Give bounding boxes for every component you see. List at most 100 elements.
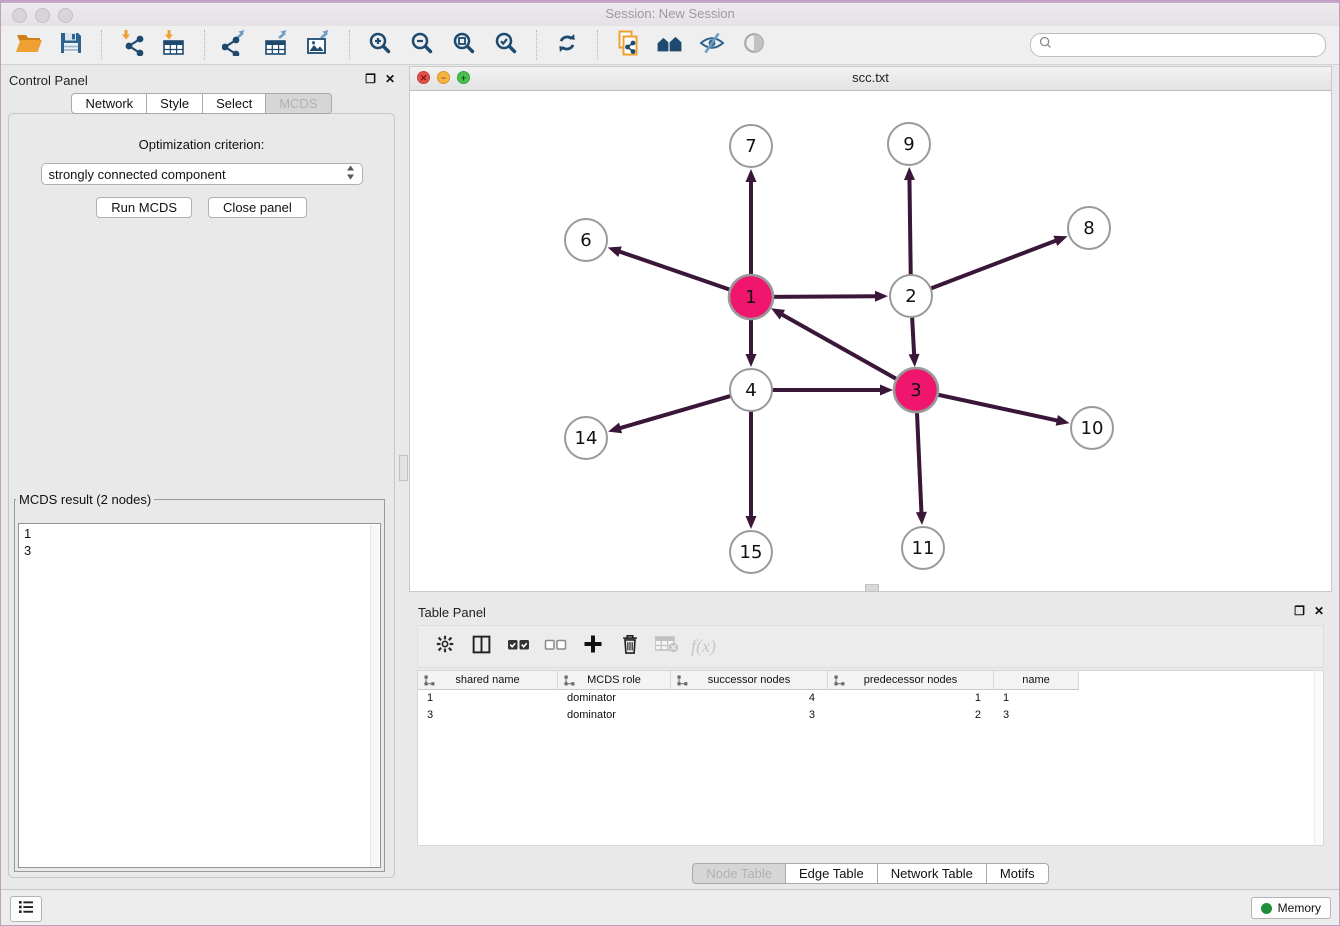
cell-name[interactable]: 3 [994, 707, 1079, 724]
graph-node-label-8: 8 [1083, 218, 1094, 239]
edge-arrow-3-11 [916, 512, 927, 525]
tab-mcds[interactable]: MCDS [266, 93, 331, 114]
window-controls[interactable] [12, 8, 73, 23]
network-minimize-button[interactable]: − [437, 71, 450, 84]
new-network-from-selection-button[interactable] [612, 29, 644, 61]
column-header-MCDS-role[interactable]: MCDS role [558, 671, 671, 690]
cell-successor-nodes[interactable]: 4 [671, 690, 828, 707]
node-table[interactable]: shared nameMCDS rolesuccessor nodesprede… [417, 670, 1324, 846]
cell-predecessor-nodes[interactable]: 2 [828, 707, 994, 724]
delete-columns-button[interactable] [611, 631, 648, 663]
zoom-in-button[interactable] [364, 29, 396, 61]
edge-3-1[interactable] [780, 313, 900, 380]
zoom-selected-button[interactable] [490, 29, 522, 61]
table-row[interactable]: 1dominator411 [418, 690, 1323, 707]
column-header-predecessor-nodes[interactable]: predecessor nodes [828, 671, 994, 690]
graph-node-label-3: 3 [910, 380, 921, 401]
show-graphics-details-button[interactable] [738, 29, 770, 61]
edge-arrow-1-2 [875, 291, 888, 302]
toolbar-separator [101, 30, 102, 60]
criterion-select[interactable]: strongly connected component [41, 163, 363, 185]
export-network-button[interactable] [219, 29, 251, 61]
open-file-button[interactable] [13, 29, 45, 61]
first-neighbors-button[interactable] [654, 29, 686, 61]
column-header-shared-name[interactable]: shared name [418, 671, 558, 690]
cell-shared-name[interactable]: 3 [418, 707, 558, 724]
cell-predecessor-nodes[interactable]: 1 [828, 690, 994, 707]
network-canvas[interactable]: 7968124314101511 [410, 90, 1331, 591]
edge-3-10[interactable] [935, 394, 1060, 421]
memory-status-icon [1261, 903, 1272, 914]
tab-edge-table[interactable]: Edge Table [786, 863, 878, 884]
cell-name[interactable]: 1 [994, 690, 1079, 707]
tab-select[interactable]: Select [203, 93, 266, 114]
table-settings-button[interactable] [426, 631, 463, 663]
hide-selected-button[interactable] [696, 29, 728, 61]
memory-button[interactable]: Memory [1251, 897, 1331, 919]
edge-arrow-3-10 [1056, 415, 1070, 426]
tab-motifs[interactable]: Motifs [987, 863, 1049, 884]
delete-table-icon [655, 635, 679, 658]
cell-successor-nodes[interactable]: 3 [671, 707, 828, 724]
deselect-all-rows-button[interactable] [537, 631, 574, 663]
tab-style[interactable]: Style [147, 93, 203, 114]
show-columns-button[interactable] [463, 631, 500, 663]
tab-network[interactable]: Network [71, 93, 147, 114]
select-all-rows-button[interactable] [500, 631, 537, 663]
panel-divider-grip[interactable] [399, 455, 408, 481]
edge-arrow-1-7 [746, 169, 757, 182]
table-scrollbar[interactable] [1314, 671, 1323, 845]
zoom-fit-button[interactable] [448, 29, 480, 61]
edge-2-9[interactable] [909, 177, 910, 277]
close-panel-icon[interactable]: ✕ [385, 72, 395, 86]
close-window-button[interactable] [12, 8, 27, 23]
delete-table-button [648, 631, 685, 663]
edge-4-14[interactable] [618, 395, 733, 428]
float-table-panel-icon[interactable]: ❐ [1294, 604, 1305, 618]
result-scrollbar[interactable] [370, 525, 379, 866]
close-panel-button[interactable]: Close panel [208, 197, 307, 218]
export-image-button[interactable] [303, 29, 335, 61]
control-panel-title: Control Panel [9, 73, 88, 88]
add-column-button[interactable] [574, 631, 611, 663]
column-header-successor-nodes[interactable]: successor nodes [671, 671, 828, 690]
network-maximize-button[interactable]: + [457, 71, 470, 84]
tab-network-table[interactable]: Network Table [878, 863, 987, 884]
cell-MCDS-role[interactable]: dominator [558, 690, 671, 707]
save-session-button[interactable] [55, 29, 87, 61]
edge-1-6[interactable] [617, 251, 733, 291]
export-network-icon [222, 30, 248, 61]
edge-arrow-2-3 [909, 354, 920, 367]
mcds-result-text[interactable]: 1 3 [18, 523, 381, 868]
zoom-out-button[interactable] [406, 29, 438, 61]
zoom-selected-icon [494, 31, 518, 60]
delete-columns-icon [620, 633, 640, 660]
task-history-button[interactable] [10, 896, 42, 922]
network-close-button[interactable]: ✕ [417, 71, 430, 84]
criterion-value: strongly connected component [49, 167, 226, 182]
edge-arrow-4-3 [880, 385, 893, 396]
table-row[interactable]: 3dominator323 [418, 707, 1323, 724]
edge-2-3[interactable] [912, 315, 914, 357]
edge-2-8[interactable] [929, 240, 1058, 289]
search-box[interactable] [1030, 33, 1326, 57]
import-network-button[interactable] [116, 29, 148, 61]
edge-1-2[interactable] [770, 296, 878, 297]
canvas-divider-grip[interactable] [865, 584, 879, 592]
toolbar-separator [349, 30, 350, 60]
refresh-button[interactable] [551, 29, 583, 61]
tab-node-table[interactable]: Node Table [692, 863, 786, 884]
run-mcds-button[interactable]: Run MCDS [96, 197, 192, 218]
graph-node-label-9: 9 [903, 134, 914, 155]
export-table-button[interactable] [261, 29, 293, 61]
cell-MCDS-role[interactable]: dominator [558, 707, 671, 724]
column-header-name[interactable]: name [994, 671, 1079, 690]
float-panel-icon[interactable]: ❐ [365, 72, 376, 86]
minimize-window-button[interactable] [35, 8, 50, 23]
close-table-panel-icon[interactable]: ✕ [1314, 604, 1324, 618]
cell-shared-name[interactable]: 1 [418, 690, 558, 707]
search-input[interactable] [1057, 37, 1317, 53]
import-table-button[interactable] [158, 29, 190, 61]
maximize-window-button[interactable] [58, 8, 73, 23]
edge-3-11[interactable] [917, 409, 922, 515]
